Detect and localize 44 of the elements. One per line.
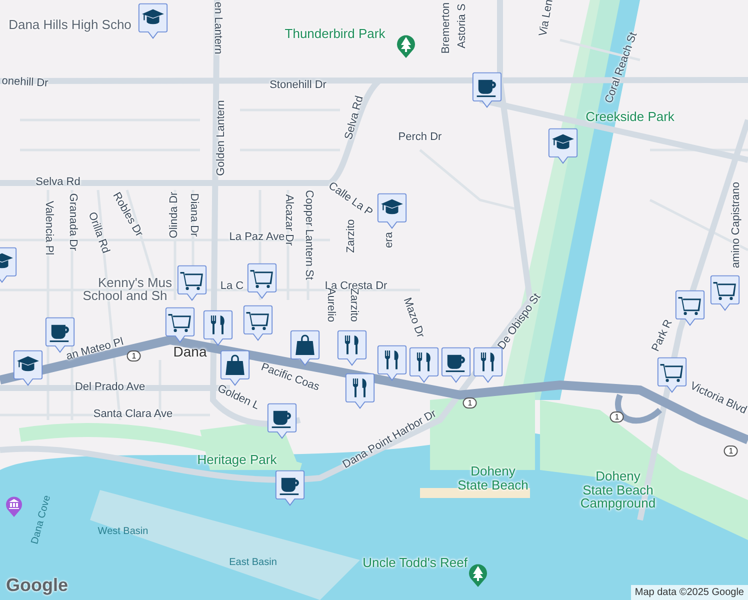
street-label: Santa Clara Ave <box>93 409 173 421</box>
street-label: onehill Dr <box>2 76 48 90</box>
street-label: Aurelio <box>324 288 336 322</box>
street-label: Golden Lantern <box>216 100 228 176</box>
street-label: Bremerton <box>441 2 453 54</box>
place-label: Kenny's Mus <box>98 276 172 290</box>
street-label: Del Prado Ave <box>74 382 146 394</box>
park-label: Thunderbird Park <box>284 27 386 41</box>
street-label: Coral Reach St <box>604 30 640 106</box>
water-label: East Basin <box>229 558 277 568</box>
street-label: Copper Lantern St <box>302 190 314 280</box>
street-label: amino Capistrano <box>731 182 743 268</box>
place-label: School and Sh <box>82 289 168 303</box>
street-label: an Mateo Pl <box>65 336 125 364</box>
park-label: Uncle Todd's Reef <box>362 556 468 570</box>
street-label: Granada Dr <box>66 193 78 251</box>
street-label: en Lantern <box>211 2 223 54</box>
street-label: Olinda Dr <box>169 192 181 238</box>
street-label: Astoria S <box>457 4 469 48</box>
street-label: Valencia Pl <box>42 200 54 256</box>
street-label: La Paz Ave <box>229 232 285 244</box>
street-label: Orilla Rd <box>85 210 111 256</box>
street-label: Selva Rd <box>36 177 80 189</box>
park-label: Heritage Park <box>197 453 277 467</box>
street-label: Perch Dr <box>398 132 442 144</box>
street-label: era <box>384 232 396 248</box>
water-label: Dana Cove <box>30 494 54 546</box>
street-label: Diana Dr <box>187 193 199 237</box>
street-label: Zarzito <box>348 288 359 322</box>
park-label: Creekside Park <box>586 110 674 124</box>
place-label: Dana Hills High Scho <box>8 18 132 32</box>
street-label: Park R <box>650 318 676 354</box>
street-label: Stonehill Dr <box>270 80 326 92</box>
map-attribution: Map data ©2025 Google <box>630 585 748 600</box>
street-label: Pacific Coas <box>259 362 321 394</box>
google-logo[interactable]: Google <box>6 575 68 596</box>
street-label: La C <box>220 281 244 293</box>
street-label: Mazo Dr <box>400 296 426 340</box>
park-label: Doheny State Beach Campground <box>580 470 656 510</box>
street-label: Selva Rd <box>344 94 366 142</box>
town-label: Dana <box>173 344 207 360</box>
street-label: Calle La P <box>326 180 374 220</box>
street-label: Zarzito <box>346 219 358 253</box>
water-label: West Basin <box>98 526 148 538</box>
